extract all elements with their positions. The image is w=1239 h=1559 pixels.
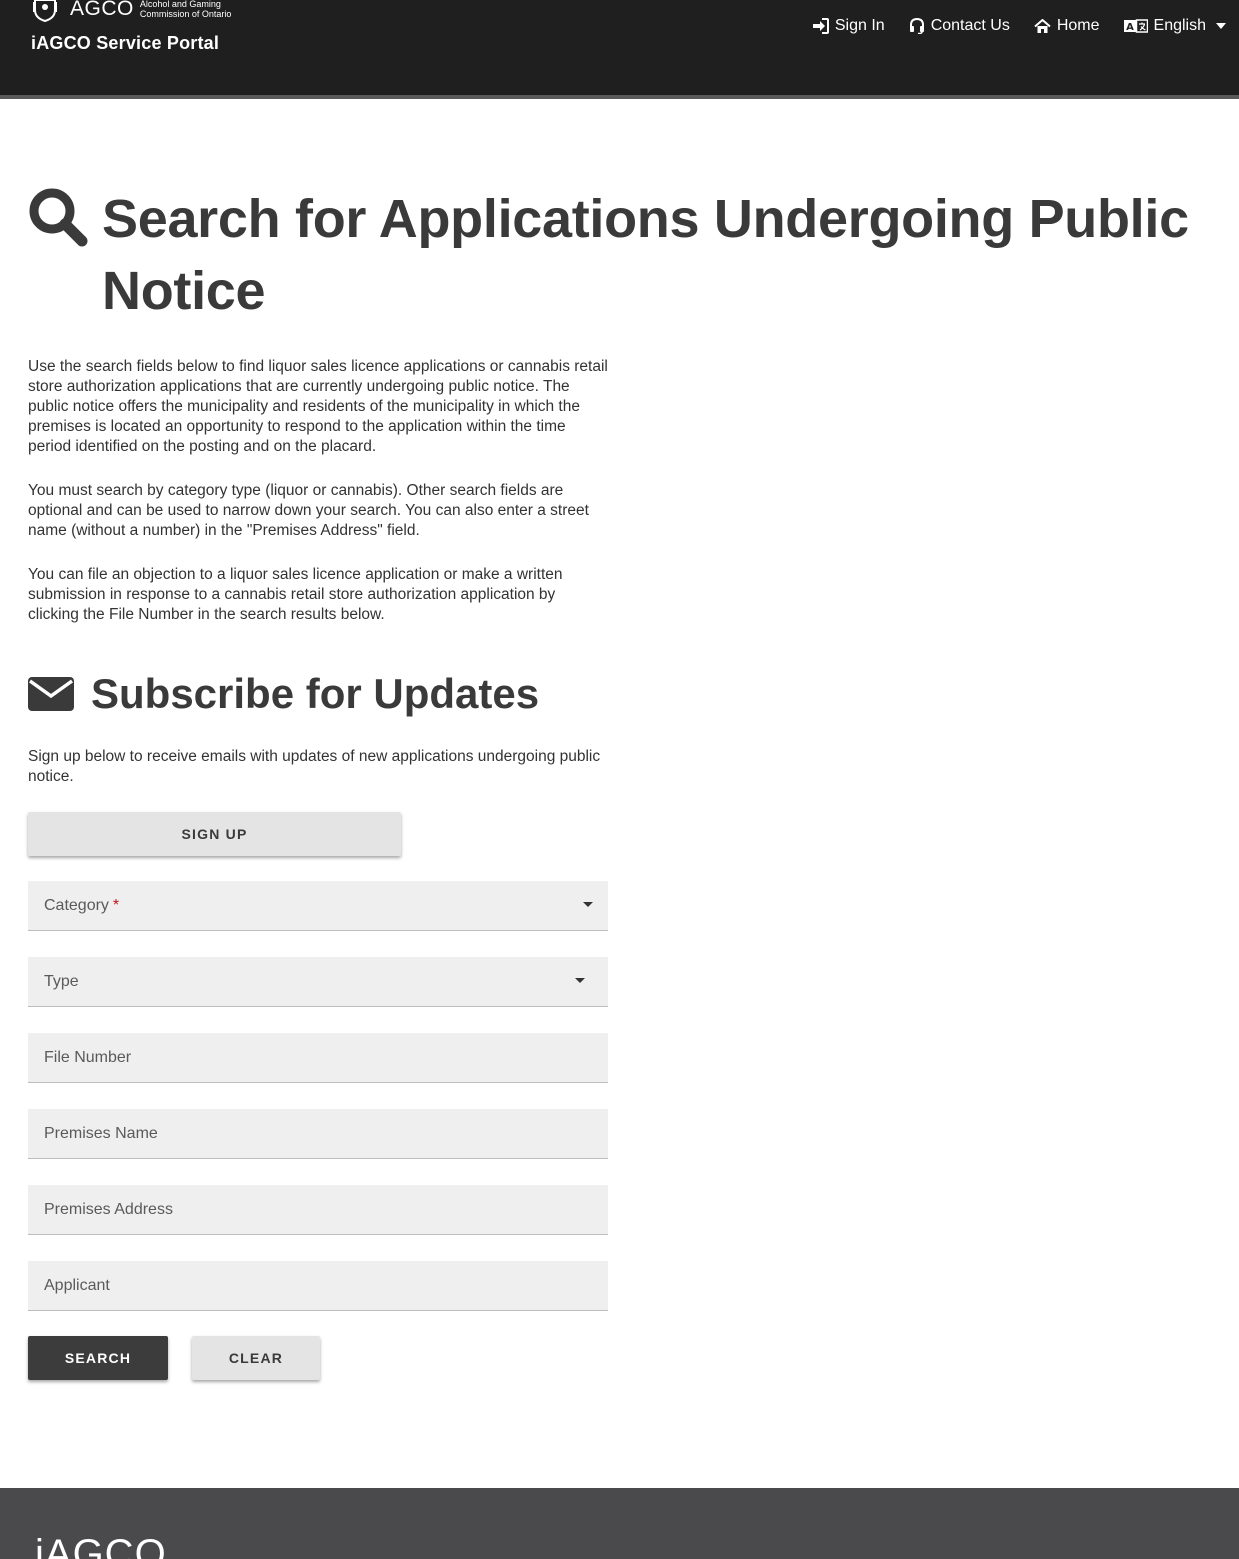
dropdown-arrow-icon <box>575 978 585 983</box>
main-content: Search for Applications Undergoing Publi… <box>28 183 1208 1380</box>
site-header: AGCO Alcohol and Gaming Commission of On… <box>0 0 1239 99</box>
nav-contact-us[interactable]: Contact Us <box>909 17 1010 35</box>
premises-address-label: Premises Address <box>44 1200 173 1218</box>
nav-language-dropdown[interactable]: A English <box>1123 17 1226 35</box>
agco-subtitle-line1: Alcohol and Gaming <box>139 0 221 9</box>
objection-paragraph: You can file an objection to a liquor sa… <box>28 566 563 623</box>
caret-down-icon <box>1216 23 1226 29</box>
search-icon <box>29 188 88 247</box>
type-select[interactable]: Type <box>28 957 608 1007</box>
svg-text:A: A <box>1126 22 1134 33</box>
premises-address-input[interactable]: Premises Address <box>28 1185 608 1235</box>
agco-subtitle: Alcohol and Gaming Commission of Ontario <box>140 0 232 19</box>
category-select[interactable]: Category * <box>28 881 608 931</box>
sign-up-button[interactable]: SIGN UP <box>28 812 401 856</box>
home-icon <box>1034 18 1051 33</box>
footer-logo: iAGCO <box>35 1532 167 1559</box>
subscribe-text: Sign up below to receive emails with upd… <box>28 748 601 785</box>
file-number-input[interactable]: File Number <box>28 1033 608 1083</box>
site-footer: iAGCO <box>0 1488 1239 1559</box>
nav-sign-in[interactable]: Sign In <box>812 17 885 35</box>
applicant-label: Applicant <box>44 1276 110 1294</box>
nav-home-label: Home <box>1056 17 1100 34</box>
agco-logo[interactable]: AGCO Alcohol and Gaming Commission of On… <box>30 0 231 22</box>
intro-paragraph: Use the search fields below to find liqu… <box>28 358 608 455</box>
dropdown-arrow-icon <box>583 902 593 907</box>
agco-subtitle-line2: Commission of Ontario <box>139 9 232 19</box>
type-label: Type <box>44 972 79 990</box>
file-number-label: File Number <box>44 1048 132 1066</box>
required-asterisk: * <box>112 896 120 914</box>
search-instructions-paragraph: You must search by category type (liquor… <box>28 482 589 539</box>
nav-home[interactable]: Home <box>1034 17 1100 35</box>
envelope-icon <box>28 677 74 711</box>
agco-wordmark: AGCO <box>70 0 134 20</box>
sign-in-icon <box>812 18 829 34</box>
premises-name-input[interactable]: Premises Name <box>28 1109 608 1159</box>
nav-contact-us-label: Contact Us <box>930 17 1010 34</box>
applicant-input[interactable]: Applicant <box>28 1261 608 1311</box>
search-button[interactable]: SEARCH <box>28 1336 168 1380</box>
nav-language-label: English <box>1153 17 1206 34</box>
page-title: Search for Applications Undergoing Publi… <box>102 189 1189 321</box>
page-heading: Search for Applications Undergoing Publi… <box>28 183 1208 327</box>
category-label: Category <box>44 896 109 914</box>
form-actions: SEARCH CLEAR <box>28 1336 1208 1380</box>
subscribe-heading: Subscribe for Updates <box>28 665 1208 723</box>
headset-icon <box>909 18 924 34</box>
premises-name-label: Premises Name <box>44 1124 158 1142</box>
subscribe-title: Subscribe for Updates <box>91 670 540 717</box>
language-icon: A <box>1123 19 1148 33</box>
ontario-crest-icon <box>30 0 60 22</box>
portal-title[interactable]: iAGCO Service Portal <box>31 33 219 54</box>
nav-sign-in-label: Sign In <box>834 17 885 34</box>
top-nav: Sign In Contact Us Home A English <box>788 14 1226 38</box>
clear-button[interactable]: CLEAR <box>192 1336 320 1380</box>
